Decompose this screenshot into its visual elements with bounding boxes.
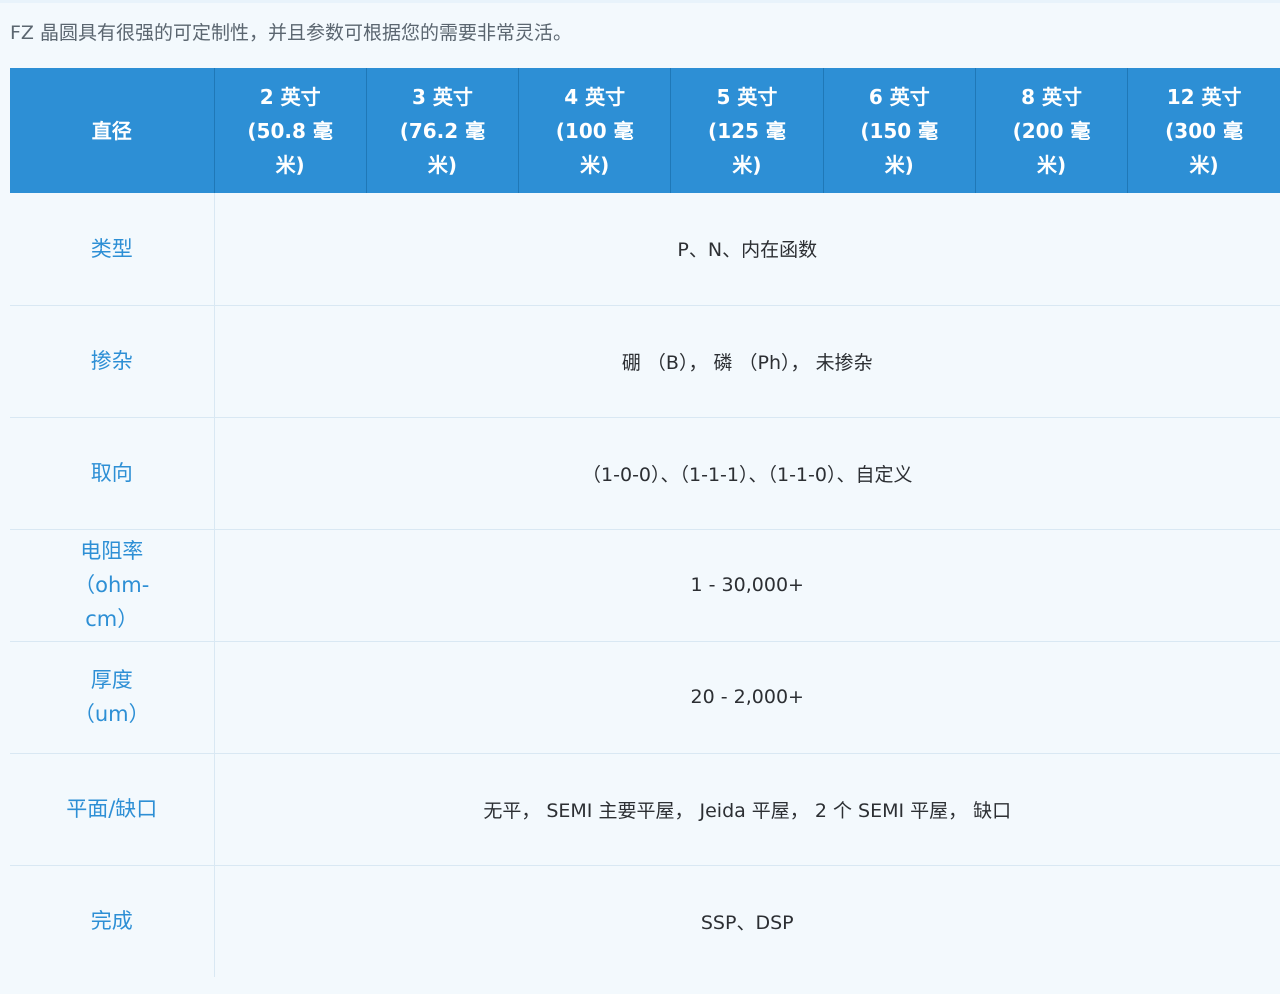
size-header-line: 米) [732,152,762,177]
intro-paragraph: FZ 晶圆具有很强的可定制性，并且参数可根据您的需要非常灵活。 [10,22,572,44]
row-label-line: 厚度 [90,668,133,692]
size-header-line: (150 毫 [860,118,939,143]
row-label: 掺杂 [10,305,215,418]
size-header-line: (100 毫 [555,118,634,143]
row-label-line: 取向 [90,461,133,485]
size-header: 3 英寸 (76.2 毫米) [365,68,519,193]
size-header: 2 英寸 (50.8 毫米) [213,68,367,193]
table-row: 类型 P、N、内在函数 [10,193,1280,306]
size-header-line: (300 毫 [1165,118,1244,143]
row-value: SSP、DSP [700,911,794,934]
row-label-line: cm） [85,607,139,631]
row-value: 无平， SEMI 主要平屋， Jeida 平屋， 2 个 SEMI 平屋， 缺口 [214,753,1280,866]
size-header-line: 米) [427,152,457,177]
row-label: 电阻率 （ohm-cm） [10,529,215,642]
wafer-spec-table: 直径 2 英寸 (50.8 毫米) 3 英寸 (76.2 毫米) 4 英寸 (100 … [10,68,1280,977]
row-value: 硼 （B）， 磷 （Ph）， 未掺杂 [214,305,1280,418]
size-header-line: 5 英寸 [716,84,778,109]
size-header-line: 米) [1189,152,1219,177]
size-header: 8 英寸 (200 毫米) [974,68,1128,193]
size-header-line: 3 英寸 [411,84,473,109]
table-row: 平面/缺口 无平， SEMI 主要平屋， Jeida 平屋， 2 个 SEMI … [10,753,1280,866]
table-row: 厚度 （um） 20 - 2,000+ [10,641,1280,754]
row-value: （1-0-0）、（1-1-1）、（1-1-0）、自定义 [214,417,1280,530]
row-label: 类型 [10,193,215,306]
size-header: 6 英寸 (150 毫米) [822,68,976,193]
size-header: 12 英寸 (300 毫米) [1127,68,1280,193]
row-value: 1 - 30,000+ [214,529,1280,642]
size-header: 5 英寸 (125 毫米) [670,68,824,193]
table-header-row: 直径 2 英寸 (50.8 毫米) 3 英寸 (76.2 毫米) 4 英寸 (100 … [10,68,1280,193]
table-row: 完成 SSP、DSP [10,865,1280,977]
size-header-line: 8 英寸 [1021,84,1082,109]
size-header-line: (76.2 毫 [399,118,486,143]
size-header-line: (50.8 毫 [247,118,333,143]
size-header: 4 英寸 (100 毫米) [518,68,671,193]
table-row: 取向 （1-0-0）、（1-1-1）、（1-1-0）、自定义 [10,417,1280,530]
size-header-line: 12 英寸 [1166,84,1242,109]
size-header-line: 米) [275,152,305,177]
row-label-line: （ohm- [74,573,150,597]
row-label: 平面/缺口 [10,753,215,866]
row-label: 完成 [10,865,215,977]
row-label-line: 完成 [90,909,133,934]
size-header-line: 6 英寸 [868,84,930,109]
page: FZ 晶圆具有很强的可定制性，并且参数可根据您的需要非常灵活。 直径 2 英寸 (… [0,0,1280,994]
table-row: 掺杂 硼 （B）， 磷 （Ph）， 未掺杂 [10,305,1280,418]
size-header-line: (125 毫 [708,118,786,143]
row-value: 20 - 2,000+ [214,641,1280,754]
row-label-line: （um） [73,702,150,726]
row-value: P、N、内在函数 [214,193,1280,306]
diameter-header: 直径 [10,68,214,193]
row-label-line: 平面/缺口 [66,797,158,821]
row-label-line: 电阻率 [80,539,144,563]
size-header-line: 米) [884,152,914,177]
row-label: 厚度 （um） [10,641,215,754]
row-label-line: 类型 [90,236,133,261]
table-row: 电阻率 （ohm-cm） 1 - 30,000+ [10,529,1280,642]
size-header-line: 2 英寸 [259,84,321,109]
size-header-line: (200 毫 [1012,118,1091,143]
row-label-line: 掺杂 [90,349,133,373]
size-header-line: 4 英寸 [564,84,626,109]
row-label: 取向 [10,417,215,530]
top-divider [0,0,1280,3]
size-header-line: 米) [580,152,610,177]
size-header-line: 米) [1036,152,1067,177]
